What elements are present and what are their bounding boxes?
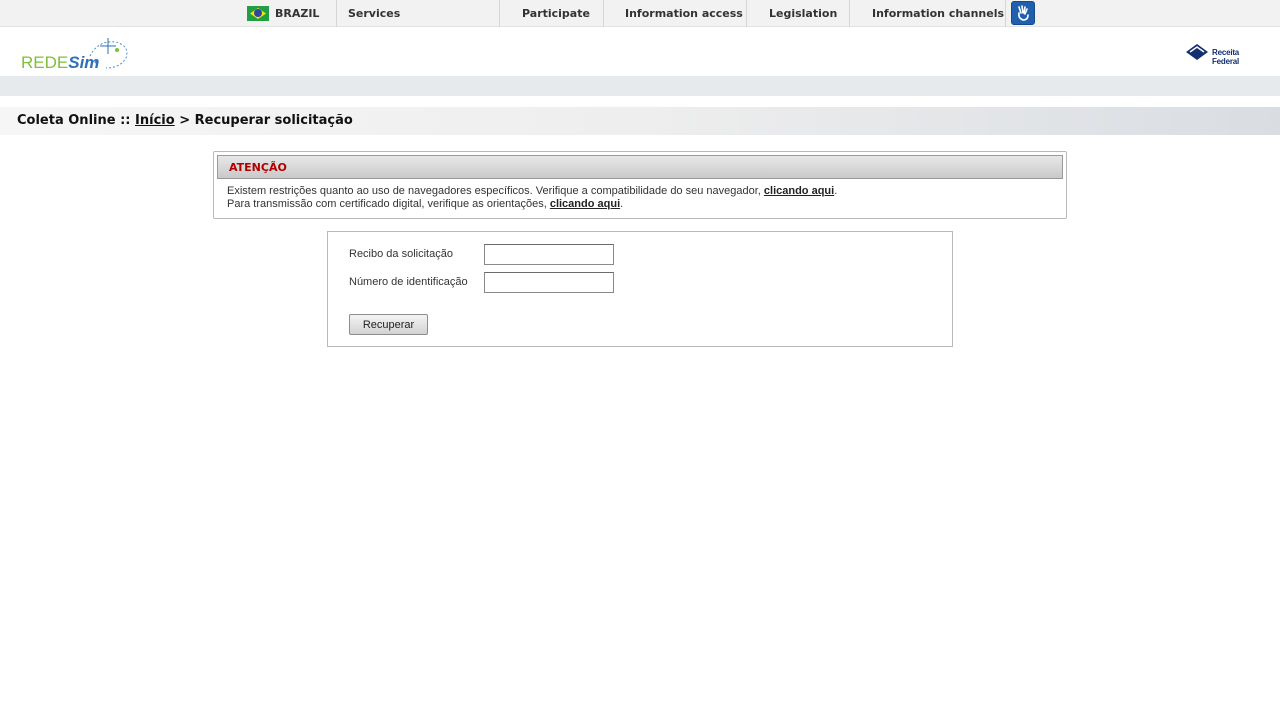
nav-services[interactable]: Services [348,0,400,27]
breadcrumb: Coleta Online :: Início > Recuperar soli… [17,113,353,128]
receita-federal-text: Receita Federal [1212,48,1240,66]
attention-title: ATENÇÃO [229,161,287,174]
identification-number-input[interactable] [484,272,614,293]
government-top-bar: BRAZIL Services Participate Information … [0,0,1280,27]
country-label[interactable]: BRAZIL [275,0,319,27]
breadcrumb-prefix: Coleta Online :: [17,113,131,128]
sign-language-accessibility-icon[interactable] [1011,1,1035,25]
recover-request-form: Recibo da solicitação Número de identifi… [327,231,953,347]
nav-information-access[interactable]: Information access [625,0,743,27]
breadcrumb-home-link[interactable]: Início [135,113,175,128]
attention-certificate-notice: Para transmissão com certificado digital… [227,198,623,210]
certificate-guidance-link[interactable]: clicando aqui [550,198,620,210]
logo-header: REDESim Receita Federal [0,28,1280,76]
receita-federal-emblem-icon [1186,44,1208,60]
period-2: . [620,198,624,210]
identification-number-label: Número de identificação [349,276,468,288]
attention-browser-notice: Existem restrições quanto ao uso de nave… [227,185,837,197]
nav-participate[interactable]: Participate [522,0,590,27]
browser-compatibility-link[interactable]: clicando aqui [764,185,834,197]
redesim-logo[interactable]: REDESim [20,34,135,74]
nav-legislation[interactable]: Legislation [769,0,837,27]
breadcrumb-separator: > [179,113,191,128]
nav-information-channels[interactable]: Information channels [872,0,1004,27]
attention-browser-text: Existem restrições quanto ao uso de nave… [227,185,764,197]
logo-text-rede: REDE [21,53,69,72]
receipt-input[interactable] [484,244,614,265]
header-divider-stripe [0,76,1280,96]
recover-button[interactable]: Recuperar [349,314,428,335]
brazil-flag-icon [247,6,269,21]
attention-header: ATENÇÃO [217,155,1063,179]
receipt-label: Recibo da solicitação [349,248,453,260]
attention-panel: ATENÇÃO Existem restrições quanto ao uso… [213,151,1067,219]
breadcrumb-bar: Coleta Online :: Início > Recuperar soli… [0,107,1280,135]
attention-certificate-text: Para transmissão com certificado digital… [227,198,550,210]
breadcrumb-current: Recuperar solicitação [194,113,353,128]
receita-federal-logo[interactable]: Receita Federal [1184,42,1268,66]
logo-text-sim: Sim [68,53,100,72]
period-1: . [834,185,838,197]
